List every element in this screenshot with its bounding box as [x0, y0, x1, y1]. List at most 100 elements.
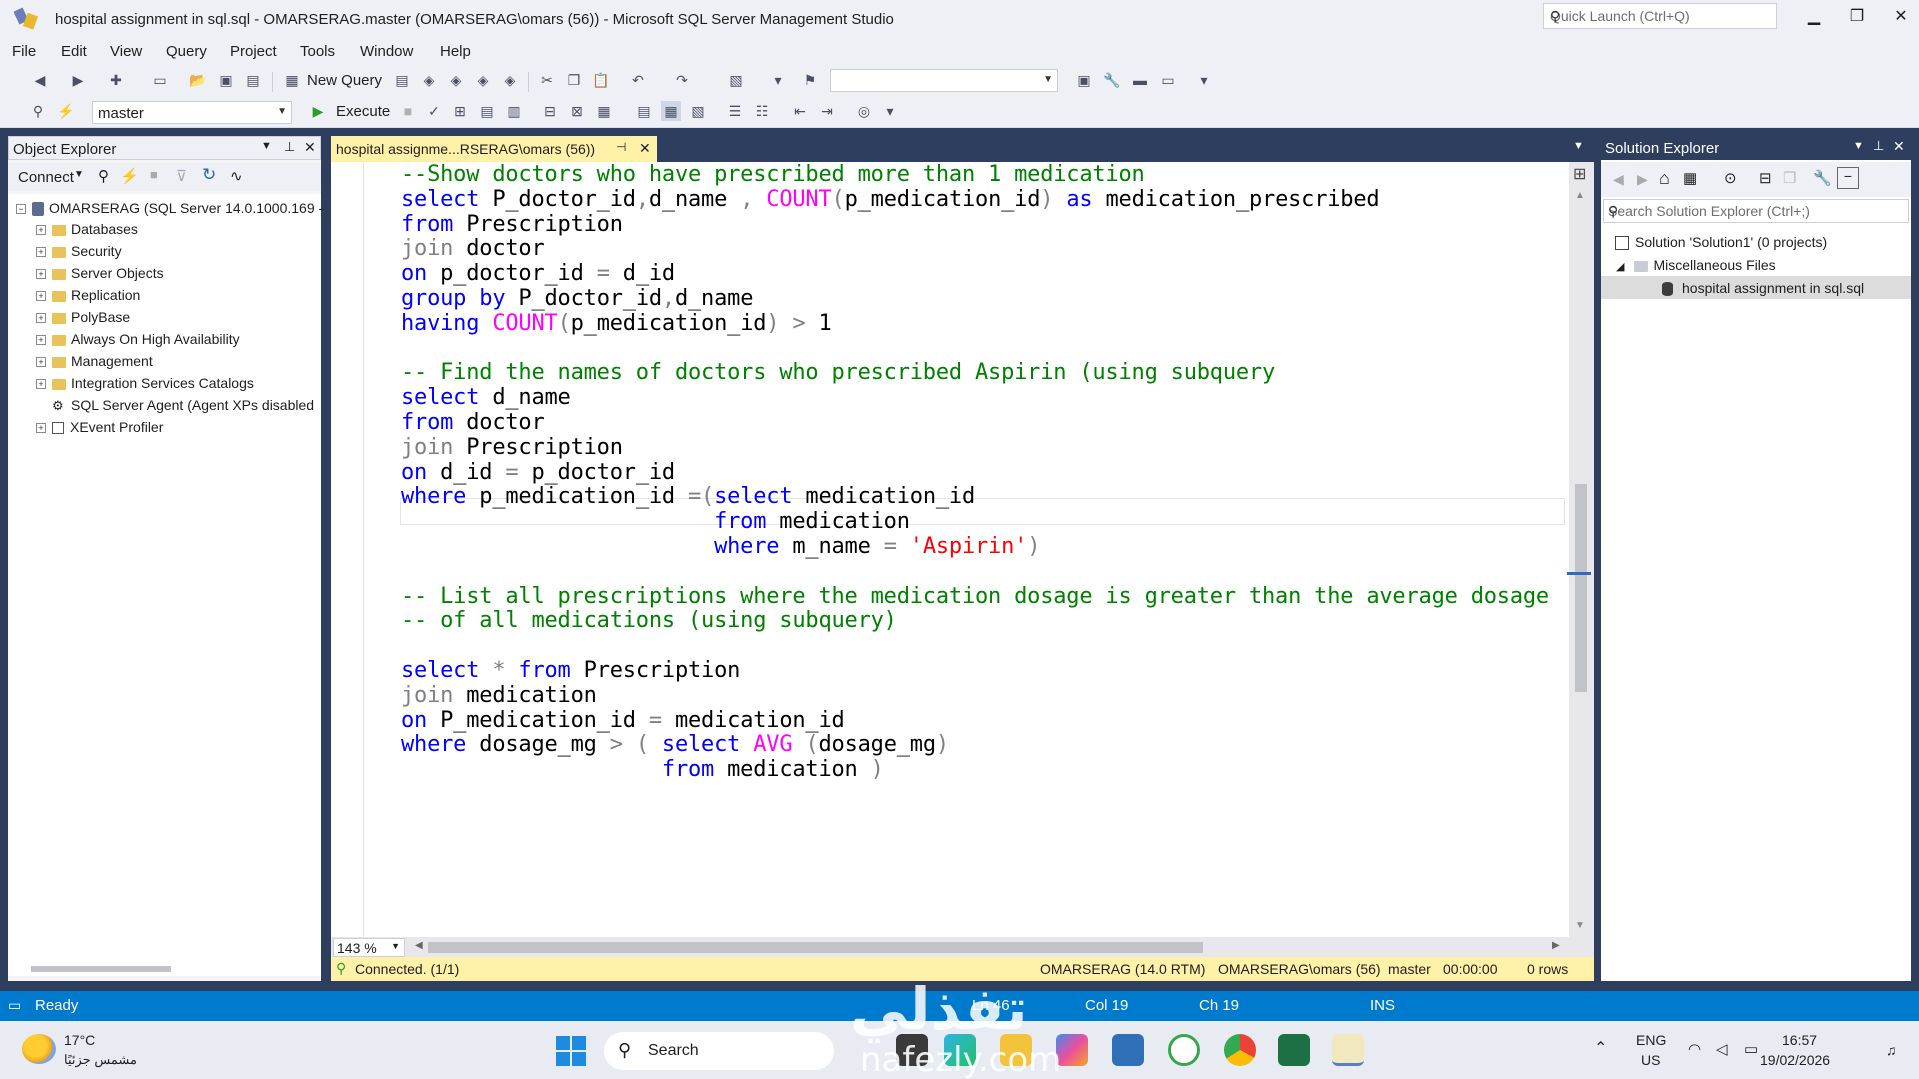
weather-temperature[interactable]: 17°C [64, 1032, 95, 1048]
pin-icon[interactable]: ⊣ [616, 140, 626, 154]
code-line[interactable]: -- of all medications (using subquery) [401, 608, 897, 638]
dax-query-icon[interactable]: ◈ [500, 70, 520, 90]
tree-node-sql-agent[interactable]: ⚙ SQL Server Agent (Agent XPs disabled [52, 397, 314, 419]
menu-view[interactable]: View [110, 43, 142, 60]
xmla-query-icon[interactable]: ◈ [473, 70, 493, 90]
properties-icon[interactable]: ▣ [1074, 70, 1094, 90]
windows-start-icon[interactable] [556, 1036, 586, 1066]
specify-values-icon[interactable]: ◎ [854, 101, 874, 121]
menu-file[interactable]: File [12, 43, 36, 60]
connect-icon[interactable]: ⚲ [98, 167, 109, 185]
menu-help[interactable]: Help [440, 43, 471, 60]
results-to-file-icon[interactable]: ▧ [688, 101, 708, 121]
database-selector[interactable]: master ▼ [92, 101, 292, 124]
collapse-icon[interactable]: ◢ [1616, 261, 1624, 273]
switch-views-icon[interactable]: ▦ [1683, 169, 1697, 187]
connect-icon[interactable]: ⚲ [28, 101, 48, 121]
show-all-files-icon[interactable]: ❐ [1783, 169, 1796, 187]
tab-overflow-icon[interactable]: ▼ [1573, 140, 1584, 152]
menu-tools[interactable]: Tools [300, 43, 335, 60]
horizontal-scrollbar-thumb[interactable] [428, 942, 1203, 953]
file-node-hospital-assignment[interactable]: hospital assignment in sql.sql [1662, 280, 1864, 297]
tree-node-management[interactable]: + Management [36, 353, 153, 375]
parse-icon[interactable]: ✓ [424, 101, 444, 121]
execute-button[interactable]: Execute [336, 103, 390, 120]
pin-icon[interactable]: ⊥ [284, 139, 295, 155]
forward-icon[interactable]: ▶ [68, 70, 88, 90]
expand-icon[interactable]: + [36, 335, 46, 346]
close-icon[interactable]: ✕ [304, 139, 316, 156]
close-icon[interactable]: ✕ [1893, 138, 1905, 155]
home-icon[interactable]: ⌂ [1659, 168, 1670, 189]
excel-icon[interactable] [1278, 1034, 1310, 1066]
client-stats-icon[interactable]: ▦ [594, 101, 614, 121]
change-connection-icon[interactable]: ⚡ [56, 101, 76, 121]
decrease-indent-icon[interactable]: ⇤ [790, 101, 810, 121]
redo-icon[interactable]: ↷ [672, 70, 692, 90]
increase-indent-icon[interactable]: ⇥ [817, 101, 837, 121]
filter-icon[interactable]: ⊽ [176, 167, 187, 185]
back-icon[interactable]: ◀ [30, 70, 50, 90]
clock-date[interactable]: 19/02/2026 [1760, 1052, 1830, 1068]
tree-node-always-on[interactable]: + Always On High Availability [36, 331, 240, 353]
database-engine-query-icon[interactable]: ▤ [392, 70, 412, 90]
weather-description[interactable]: مشمس جزئيًا [64, 1052, 137, 1068]
menu-project[interactable]: Project [230, 43, 277, 60]
collapse-all-icon[interactable]: ⊟ [1759, 169, 1772, 187]
toolbar-options-icon[interactable]: ▾ [880, 101, 900, 121]
expand-icon[interactable]: + [36, 247, 46, 258]
disconnect-icon[interactable]: ⚡ [120, 167, 139, 185]
live-stats-icon[interactable]: ⊠ [567, 101, 587, 121]
stop-icon[interactable]: ■ [150, 167, 158, 182]
dmx-query-icon[interactable]: ◈ [446, 70, 466, 90]
comment-icon[interactable]: ☰ [725, 101, 745, 121]
cancel-query-icon[interactable]: ■ [398, 101, 418, 121]
menu-edit[interactable]: Edit [61, 43, 87, 60]
minimize-button[interactable]: ▁ [1799, 6, 1829, 30]
scroll-left-icon[interactable]: ◀ [415, 940, 423, 951]
remote-desktop-icon[interactable] [1112, 1034, 1144, 1066]
misc-files-node[interactable]: ◢ Miscellaneous Files [1616, 257, 1776, 273]
code-line[interactable]: from medication ) [401, 757, 884, 787]
connect-button[interactable]: Connect [18, 169, 74, 186]
expand-icon[interactable]: + [36, 225, 46, 236]
forward-icon[interactable]: ▶ [1637, 171, 1648, 188]
include-plan-icon[interactable]: ⊟ [540, 101, 560, 121]
taskbar-search-box[interactable]: ⚲ Search [604, 1032, 834, 1070]
toolbar-options-icon[interactable]: ▾ [1194, 70, 1214, 90]
results-to-grid-icon[interactable]: ▦ [661, 101, 681, 121]
expand-icon[interactable]: + [36, 423, 46, 434]
expand-icon[interactable]: + [36, 379, 46, 390]
chevron-down-icon[interactable]: ▼ [1853, 140, 1864, 152]
wrench-icon[interactable]: 🔧 [1102, 70, 1122, 90]
restore-button[interactable]: ❐ [1842, 6, 1872, 30]
execute-icon[interactable]: ▶ [308, 101, 328, 121]
tree-node-security[interactable]: + Security [36, 243, 122, 265]
activity-monitor-icon[interactable]: ▧ [726, 70, 746, 90]
menu-query[interactable]: Query [166, 43, 207, 60]
upwork-icon[interactable] [1168, 1034, 1200, 1066]
tree-node-replication[interactable]: + Replication [36, 287, 140, 309]
solution-explorer-search[interactable]: Search Solution Explorer (Ctrl+;) ⚲ [1603, 199, 1909, 223]
code-line[interactable]: where m_name = 'Aspirin') [401, 534, 1040, 564]
solution-config-combo[interactable]: ▼ [830, 69, 1058, 92]
tree-server-node[interactable]: − OMARSERAG (SQL Server 14.0.1000.169 - [16, 200, 323, 222]
copy-icon[interactable]: ❐ [564, 70, 584, 90]
pin-icon[interactable]: ⊥ [1873, 138, 1884, 154]
cut-icon[interactable]: ✂ [537, 70, 557, 90]
collapse-icon[interactable]: − [16, 204, 26, 215]
new-project-icon[interactable]: ✚ [106, 70, 126, 90]
dropdown-icon[interactable]: ▾ [768, 70, 788, 90]
add-item-icon[interactable]: ▭ [150, 70, 170, 90]
expand-icon[interactable]: + [36, 313, 46, 324]
new-query-button[interactable]: New Query [307, 72, 382, 89]
tree-node-xevent-profiler[interactable]: + XEvent Profiler [36, 419, 163, 441]
ssms-taskbar-icon[interactable] [1332, 1034, 1364, 1066]
intellisense-icon[interactable]: ▥ [504, 101, 524, 121]
refresh-icon[interactable]: ↻ [202, 165, 216, 185]
open-file-icon[interactable]: 📂 [188, 70, 208, 90]
tree-node-integration-services[interactable]: + Integration Services Catalogs [36, 375, 254, 397]
output-icon[interactable]: ▭ [8, 997, 21, 1014]
battery-icon[interactable]: ▭ [1744, 1040, 1758, 1058]
properties-icon[interactable]: 🔧 [1813, 169, 1832, 187]
